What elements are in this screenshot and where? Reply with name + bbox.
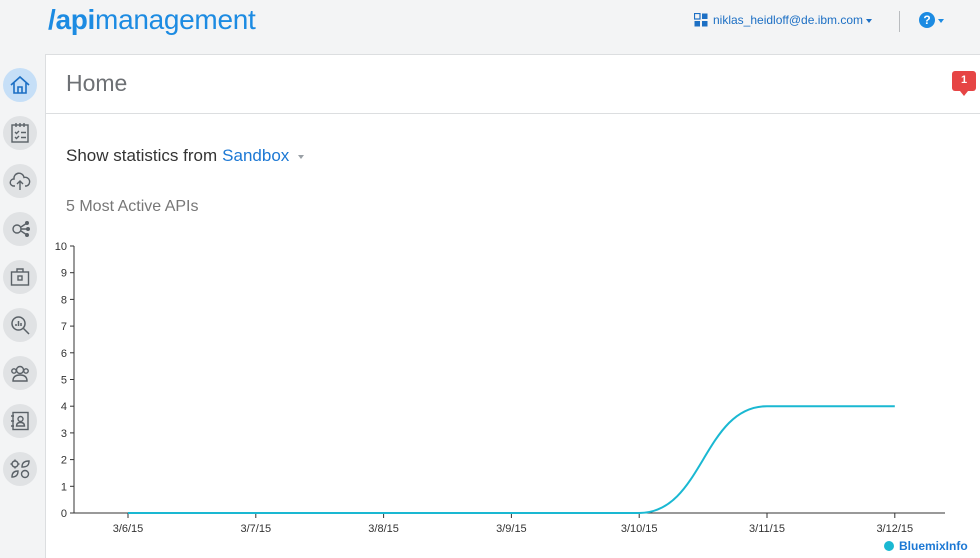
x-tick-label: 3/9/15 — [496, 523, 527, 535]
user-menu[interactable]: niklas_heidloff@de.ibm.com — [694, 13, 873, 27]
y-tick-label: 5 — [61, 375, 67, 387]
y-tick-label: 1 — [61, 481, 67, 493]
cloud-upload-icon — [9, 172, 31, 190]
y-tick-label: 6 — [61, 348, 67, 360]
y-tick-label: 9 — [61, 268, 67, 280]
legend-swatch — [884, 541, 894, 551]
sidebar-item-cloud[interactable] — [3, 164, 37, 198]
y-tick-label: 0 — [61, 508, 67, 520]
sidebar-item-users[interactable] — [3, 356, 37, 390]
top-bar: /apimanagement niklas_heidloff@de.ibm.co… — [0, 0, 980, 54]
user-email: niklas_heidloff@de.ibm.com — [713, 13, 864, 27]
chart-legend[interactable]: BluemixInfo — [884, 539, 968, 553]
x-tick-label: 3/10/15 — [621, 523, 658, 535]
sidebar-item-contacts[interactable] — [3, 404, 37, 438]
y-tick-label: 10 — [55, 241, 67, 253]
analytics-search-icon — [11, 316, 30, 335]
x-tick-label: 3/12/15 — [876, 523, 913, 535]
sidebar-item-developers[interactable] — [3, 260, 37, 294]
sidebar-item-settings[interactable] — [3, 452, 37, 486]
chevron-down-icon — [866, 18, 873, 23]
x-tick-label: 3/11/15 — [749, 523, 785, 535]
app-logo[interactable]: /apimanagement — [48, 4, 256, 36]
chevron-down-icon — [938, 18, 944, 23]
api-nodes-icon — [12, 221, 31, 237]
y-tick-label: 2 — [61, 455, 67, 467]
legend-label: BluemixInfo — [899, 539, 968, 553]
sidebar-item-home[interactable] — [3, 68, 37, 102]
y-tick-label: 3 — [61, 428, 67, 440]
sidebar-item-apis[interactable] — [3, 212, 37, 246]
settings-leaf-icon — [10, 459, 30, 479]
sidebar — [0, 54, 44, 558]
x-tick-label: 3/7/15 — [241, 523, 272, 535]
series-line — [128, 405, 895, 514]
y-tick-label: 8 — [61, 294, 67, 306]
logo-management: management — [95, 4, 256, 35]
help-icon: ? — [919, 12, 935, 28]
logo-api: api — [55, 4, 96, 35]
header-divider — [899, 11, 900, 32]
sidebar-item-plans[interactable] — [3, 116, 37, 150]
home-icon — [10, 75, 30, 94]
briefcase-icon — [10, 268, 30, 286]
x-tick-label: 3/8/15 — [368, 523, 399, 535]
help-menu[interactable]: ? — [919, 12, 944, 28]
sidebar-item-analytics[interactable] — [3, 308, 37, 342]
x-tick-label: 3/6/15 — [113, 523, 144, 535]
y-tick-label: 7 — [61, 321, 67, 333]
org-grid-icon — [694, 13, 708, 27]
main-panel: Home 1 Show statistics from Sandbox 5 Mo… — [45, 54, 980, 558]
most-active-apis-chart: 0 1 2 3 4 5 6 7 8 9 10 3/6/15 3/7/15 3/8/15 3/9/15 3/10… — [55, 241, 945, 535]
users-icon — [11, 365, 29, 382]
checklist-icon — [11, 123, 29, 143]
y-tick-label: 4 — [61, 401, 67, 413]
address-book-icon — [11, 411, 29, 431]
